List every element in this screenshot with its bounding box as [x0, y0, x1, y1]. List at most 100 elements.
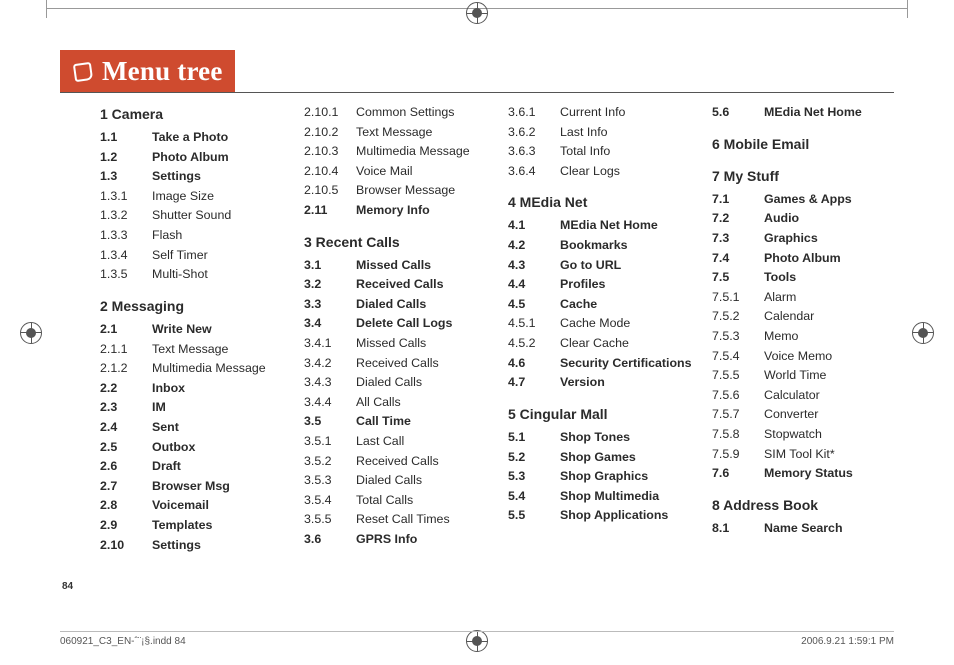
menu-item-number: 1.3.1	[100, 187, 146, 207]
menu-item-row: 3.6.1Current Info	[508, 103, 694, 123]
menu-item-row: 3.5Call Time	[304, 412, 490, 432]
menu-item-row: 2.1.1 Text Message	[100, 340, 286, 360]
menu-item-label: Graphics	[764, 229, 818, 249]
menu-item-row: 2.1.2Multimedia Message	[100, 359, 286, 379]
menu-item-label: Text Message	[152, 340, 228, 360]
menu-item-label: Reset Call Times	[356, 510, 450, 530]
menu-item-label: Bookmarks	[560, 236, 628, 256]
menu-item-label: Converter	[764, 405, 818, 425]
menu-item-label: Dialed Calls	[356, 295, 426, 315]
menu-item-number: 3.6	[304, 530, 350, 550]
menu-item-label: MEdia Net Home	[560, 216, 658, 236]
menu-item-row: 7.5.8Stopwatch	[712, 425, 898, 445]
menu-item-row: 4.1MEdia Net Home	[508, 216, 694, 236]
menu-item-label: Multimedia Message	[356, 142, 470, 162]
column: 5.6MEdia Net Home6 Mobile Email7 My Stuf…	[712, 103, 898, 555]
menu-item-number: 4.5.2	[508, 334, 554, 354]
menu-item-row: 2.8Voicemail	[100, 496, 286, 516]
menu-item-label: Memory Status	[764, 464, 853, 484]
menu-item-number: 2.11	[304, 201, 350, 221]
menu-item-label: Voice Mail	[356, 162, 412, 182]
menu-item-row: 2.4Sent	[100, 418, 286, 438]
document-icon	[73, 61, 93, 81]
menu-item-label: Self Timer	[152, 246, 208, 266]
menu-item-label: Browser Message	[356, 181, 455, 201]
menu-item-label: Received Calls	[356, 275, 443, 295]
menu-item-row: 5.6MEdia Net Home	[712, 103, 898, 123]
menu-item-label: Image Size	[152, 187, 214, 207]
menu-item-number: 3.4.3	[304, 373, 350, 393]
menu-item-row: 3.5.5 Reset Call Times	[304, 510, 490, 530]
menu-item-row: 3.3Dialed Calls	[304, 295, 490, 315]
menu-item-label: Clear Cache	[560, 334, 629, 354]
registration-mark-icon	[466, 2, 488, 24]
menu-item-number: 3.6.4	[508, 162, 554, 182]
menu-item-label: Last Call	[356, 432, 404, 452]
menu-item-number: 3.4	[304, 314, 350, 334]
menu-item-number: 1.3.2	[100, 206, 146, 226]
menu-item-row: 2.10.2Text Message	[304, 123, 490, 143]
menu-item-row: 3.4Delete Call Logs	[304, 314, 490, 334]
menu-item-number: 7.5	[712, 268, 758, 288]
menu-item-label: Total Calls	[356, 491, 413, 511]
menu-item-row: 3.2Received Calls	[304, 275, 490, 295]
menu-item-label: MEdia Net Home	[764, 103, 862, 123]
menu-item-number: 7.4	[712, 249, 758, 269]
menu-item-label: Clear Logs	[560, 162, 620, 182]
menu-item-number: 4.7	[508, 373, 554, 393]
menu-item-label: All Calls	[356, 393, 401, 413]
menu-item-row: 3.5.3Dialed Calls	[304, 471, 490, 491]
menu-item-row: 3.6.2 Last Info	[508, 123, 694, 143]
menu-item-number: 3.5.2	[304, 452, 350, 472]
menu-item-label: Audio	[764, 209, 799, 229]
menu-item-row: 7.3Graphics	[712, 229, 898, 249]
menu-item-number: 4.3	[508, 256, 554, 276]
menu-item-number: 7.5.9	[712, 445, 758, 465]
menu-item-row: 3.6GPRS Info	[304, 530, 490, 550]
menu-item-number: 7.5.3	[712, 327, 758, 347]
menu-item-row: 1.3.5Multi-Shot	[100, 265, 286, 285]
menu-item-label: Games & Apps	[764, 190, 852, 210]
section-heading: 7 My Stuff	[712, 165, 898, 187]
menu-item-label: Last Info	[560, 123, 608, 143]
menu-item-row: 5.1Shop Tones	[508, 428, 694, 448]
menu-item-row: 3.5.2Received Calls	[304, 452, 490, 472]
menu-item-row: 2.7Browser Msg	[100, 477, 286, 497]
menu-item-row: 4.4Profiles	[508, 275, 694, 295]
menu-item-row: 3.1Missed Calls	[304, 256, 490, 276]
menu-item-row: 2.5Outbox	[100, 438, 286, 458]
menu-item-row: 4.6Security Certifications	[508, 354, 694, 374]
menu-item-label: Dialed Calls	[356, 471, 422, 491]
menu-item-label: Memo	[764, 327, 798, 347]
menu-item-number: 7.6	[712, 464, 758, 484]
menu-item-label: Templates	[152, 516, 212, 536]
menu-item-number: 3.6.2	[508, 123, 554, 143]
menu-item-row: 7.4Photo Album	[712, 249, 898, 269]
menu-item-label: Shop Games	[560, 448, 636, 468]
menu-item-row: 5.3Shop Graphics	[508, 467, 694, 487]
section-heading: 1 Camera	[100, 103, 286, 125]
menu-item-row: 7.5.2Calendar	[712, 307, 898, 327]
menu-item-number: 2.4	[100, 418, 146, 438]
menu-item-number: 2.10.1	[304, 103, 350, 123]
menu-item-label: Cache Mode	[560, 314, 630, 334]
menu-item-row: 7.5.3 Memo	[712, 327, 898, 347]
menu-item-number: 1.3.3	[100, 226, 146, 246]
menu-item-label: Settings	[152, 167, 201, 187]
menu-item-label: Text Message	[356, 123, 432, 143]
menu-item-label: Security Certifications	[560, 354, 692, 374]
menu-item-number: 2.1.1	[100, 340, 146, 360]
menu-item-label: Name Search	[764, 519, 843, 539]
menu-item-row: 2.1Write New	[100, 320, 286, 340]
menu-item-label: Call Time	[356, 412, 411, 432]
menu-item-number: 3.5.5	[304, 510, 350, 530]
menu-item-number: 2.3	[100, 398, 146, 418]
menu-item-label: Go to URL	[560, 256, 621, 276]
menu-item-number: 5.1	[508, 428, 554, 448]
menu-item-row: 1.3.1 Image Size	[100, 187, 286, 207]
menu-item-number: 7.5.5	[712, 366, 758, 386]
title-block: Menu tree	[60, 50, 235, 92]
menu-item-label: Multi-Shot	[152, 265, 208, 285]
menu-item-number: 2.1	[100, 320, 146, 340]
section-heading: 2 Messaging	[100, 295, 286, 317]
